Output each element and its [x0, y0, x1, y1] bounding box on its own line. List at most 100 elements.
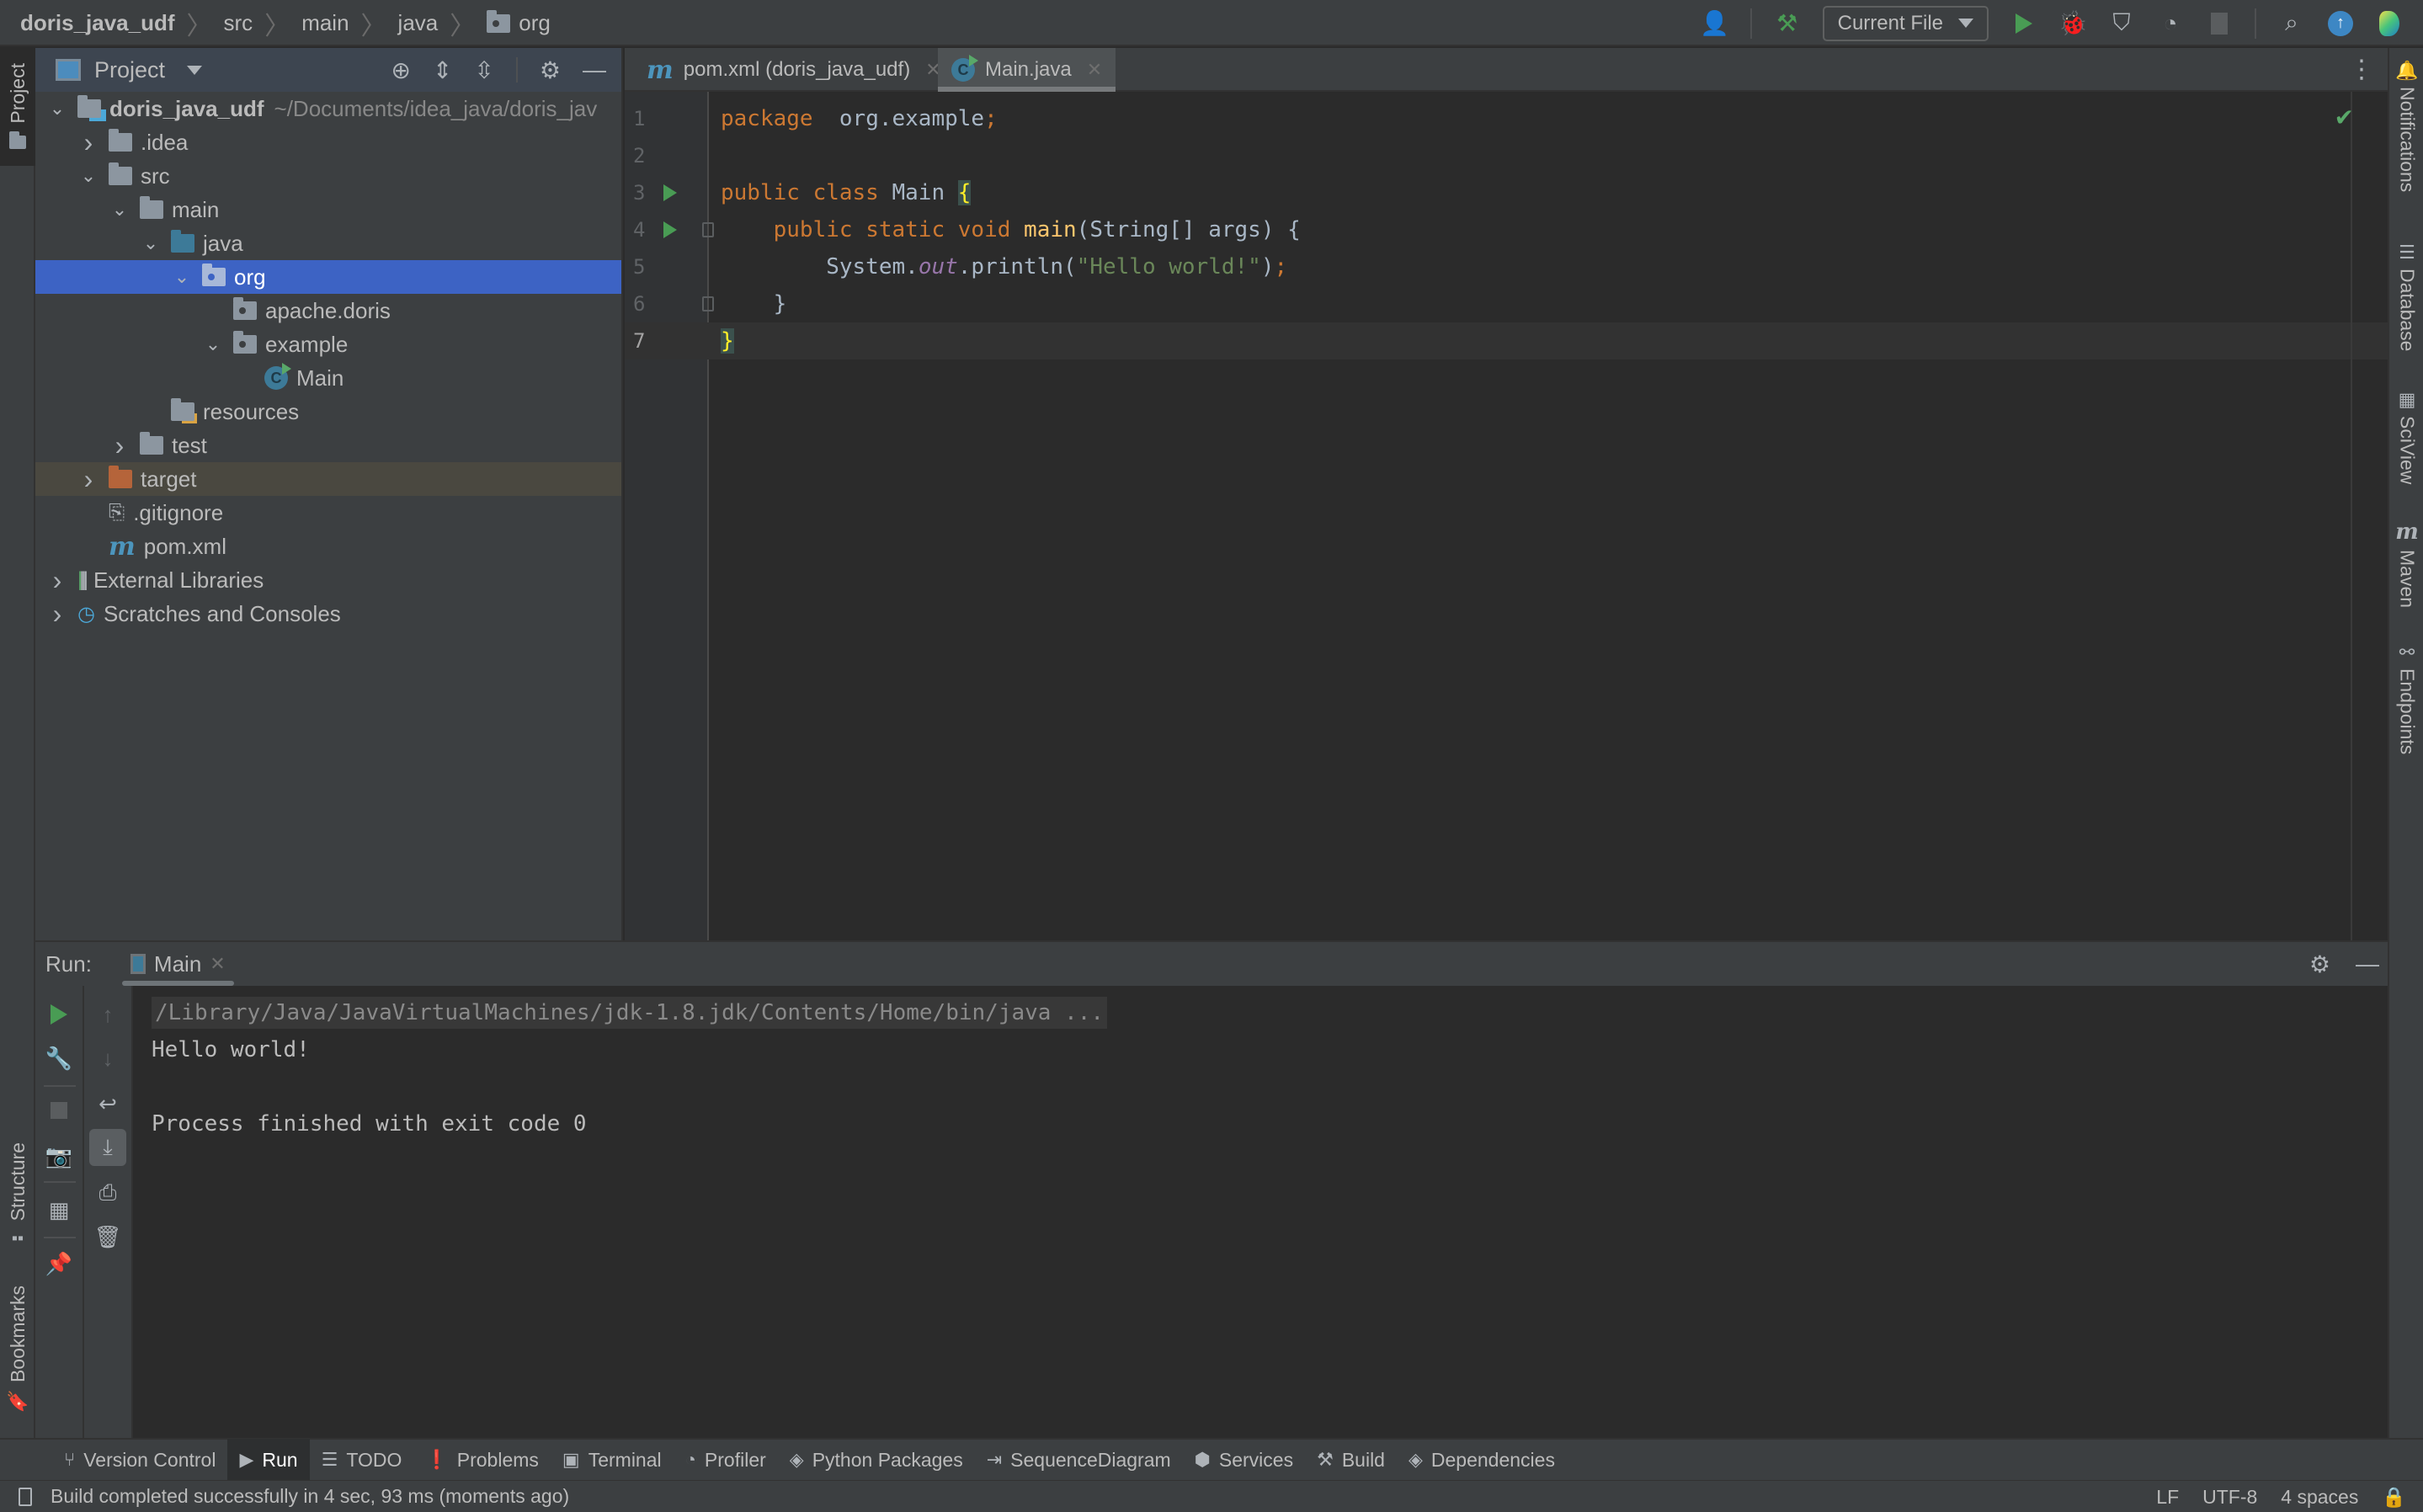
tree-item[interactable]: ⌄ example: [35, 327, 621, 361]
tree-item[interactable]: › test: [35, 429, 621, 462]
tree-item[interactable]: ⌄ doris_java_udf ~/Documents/idea_java/dor…: [35, 92, 621, 125]
code-line[interactable]: 6 }: [625, 285, 2388, 322]
breadcrumb-org[interactable]: org: [519, 10, 551, 36]
run-gutter-icon[interactable]: [663, 221, 677, 238]
tree-item[interactable]: ›⎘.gitignore: [35, 496, 621, 530]
tool-tab-database[interactable]: ☰ Database: [2389, 242, 2423, 351]
tree-item[interactable]: › ◷ Scratches and Consoles: [35, 597, 621, 631]
tool-tab-notifications[interactable]: 🔔 Notifications: [2389, 60, 2423, 192]
tool-window-button-dependencies[interactable]: ◈ Dependencies: [1397, 1439, 1567, 1481]
code-line[interactable]: 1 package org.example;: [625, 100, 2388, 137]
tool-tab-project[interactable]: Project: [0, 48, 35, 166]
soft-wrap-button[interactable]: ↩: [84, 1085, 131, 1122]
tree-item[interactable]: ⌄ main: [35, 193, 621, 226]
chevron-right-icon[interactable]: ›: [108, 430, 131, 461]
previous-occurrence-button[interactable]: ↑: [84, 996, 131, 1033]
chevron-right-icon[interactable]: ›: [77, 464, 100, 495]
scroll-to-end-button[interactable]: ⤓: [89, 1129, 126, 1166]
layout-button[interactable]: ▦: [35, 1191, 83, 1228]
update-icon[interactable]: ↑: [2327, 10, 2354, 37]
tree-item[interactable]: › .idea: [35, 125, 621, 159]
tree-item[interactable]: › |||| External Libraries: [35, 563, 621, 597]
stop-button[interactable]: [35, 1092, 83, 1129]
chevron-right-icon[interactable]: ›: [77, 127, 100, 158]
rerun-button[interactable]: [35, 996, 83, 1033]
chevron-down-icon[interactable]: [187, 65, 203, 75]
tool-tab-endpoints[interactable]: ⚯ Endpoints: [2389, 642, 2423, 754]
chevron-down-icon[interactable]: ⌄: [139, 232, 162, 254]
snapshot-button[interactable]: 📷: [35, 1137, 83, 1174]
tool-window-toggle-icon[interactable]: [19, 1488, 32, 1506]
breadcrumb-src[interactable]: src: [224, 10, 253, 36]
tree-item[interactable]: ⌄ src: [35, 159, 621, 193]
tree-item[interactable]: ›CMain: [35, 361, 621, 395]
tool-window-button-sequencediagram[interactable]: ⇥ SequenceDiagram: [975, 1439, 1183, 1481]
run-icon[interactable]: [2010, 10, 2037, 37]
fold-marker-icon[interactable]: [702, 296, 714, 311]
tab-main-java[interactable]: C Main.java ✕: [938, 48, 1116, 92]
breadcrumb-main[interactable]: main: [301, 10, 349, 36]
tree-item[interactable]: ›mpom.xml: [35, 530, 621, 563]
tool-tab-bookmarks[interactable]: Bookmarks 🔖: [0, 1286, 35, 1454]
encoding-widget[interactable]: UTF-8: [2202, 1486, 2257, 1509]
breadcrumb-java[interactable]: java: [398, 10, 439, 36]
gear-icon[interactable]: ⚙: [2309, 950, 2330, 978]
tree-item[interactable]: ⌄ org: [35, 260, 621, 294]
breadcrumb-project[interactable]: doris_java_udf: [20, 10, 175, 36]
chevron-down-icon[interactable]: ⌄: [45, 98, 69, 120]
tool-window-button-profiler[interactable]: ◔ Profiler: [674, 1439, 778, 1481]
tool-window-button-services[interactable]: ⬢ Services: [1183, 1439, 1305, 1481]
jetbrains-logo-icon[interactable]: [2376, 10, 2403, 37]
project-panel-title[interactable]: Project: [94, 57, 165, 83]
chevron-right-icon[interactable]: ›: [45, 599, 69, 630]
tool-tab-maven[interactable]: m Maven: [2389, 519, 2423, 608]
edit-configuration-button[interactable]: 🔧: [35, 1040, 83, 1077]
tool-window-button-python-packages[interactable]: ◈ Python Packages: [778, 1439, 975, 1481]
run-gutter-icon[interactable]: [663, 184, 677, 201]
next-occurrence-button[interactable]: ↓: [84, 1040, 131, 1077]
code-line[interactable]: 4 public static void main(String[] args)…: [625, 211, 2388, 248]
tool-window-button-version-control[interactable]: ⑂ Version Control: [52, 1439, 227, 1481]
print-button[interactable]: ⎙: [84, 1174, 131, 1211]
build-hammer-icon[interactable]: ⚒: [1774, 10, 1801, 37]
tool-window-button-todo[interactable]: ☰ TODO: [310, 1439, 414, 1481]
inspection-ok-check-icon[interactable]: ✔: [2335, 104, 2354, 131]
code-line[interactable]: 7}: [625, 322, 2388, 359]
line-ending-widget[interactable]: LF: [2156, 1486, 2179, 1509]
chevron-down-icon[interactable]: ⌄: [201, 333, 225, 355]
search-icon[interactable]: ⌕: [2278, 9, 2305, 37]
tree-item[interactable]: ›apache.doris: [35, 294, 621, 327]
code-line[interactable]: 2: [625, 137, 2388, 174]
debug-icon[interactable]: 🐞: [2058, 10, 2088, 37]
tab-pom-xml[interactable]: m pom.xml (doris_java_udf) ✕: [633, 48, 955, 92]
lock-icon[interactable]: 🔒: [2382, 1486, 2406, 1509]
tree-item[interactable]: ⌄ java: [35, 226, 621, 260]
tool-window-button-build[interactable]: ⚒ Build: [1305, 1439, 1397, 1481]
clear-all-button[interactable]: 🗑: [84, 1218, 131, 1255]
gear-icon[interactable]: ⚙: [540, 56, 561, 84]
console-output[interactable]: /Library/Java/JavaVirtualMachines/jdk-1.…: [152, 986, 2388, 1438]
coverage-icon[interactable]: ⛉: [2108, 9, 2135, 37]
profile-icon[interactable]: ◔: [2157, 10, 2184, 37]
indent-widget[interactable]: 4 spaces: [2281, 1486, 2358, 1509]
pin-tab-button[interactable]: 📌: [35, 1245, 83, 1282]
collapse-all-icon[interactable]: ⇳: [474, 56, 493, 84]
tool-tab-sciview[interactable]: ▦ SciView: [2389, 389, 2423, 484]
status-message[interactable]: Build completed successfully in 4 sec, 9…: [51, 1485, 569, 1508]
tool-window-button-problems[interactable]: ❗ Problems: [413, 1439, 551, 1481]
stop-icon[interactable]: [2206, 10, 2233, 37]
code-editor[interactable]: 1 package org.example; 2 3 public class Main…: [625, 92, 2388, 940]
run-tab-main[interactable]: Main ✕: [121, 942, 234, 986]
minimize-icon[interactable]: —: [2356, 950, 2379, 977]
run-configuration-dropdown[interactable]: Current File: [1822, 5, 1989, 41]
fold-marker-icon[interactable]: [702, 222, 714, 237]
chevron-down-icon[interactable]: ⌄: [170, 266, 194, 288]
locate-icon[interactable]: ⊕: [391, 56, 410, 84]
code-line[interactable]: 5 System.out.println("Hello world!");: [625, 248, 2388, 285]
chevron-down-icon[interactable]: ⌄: [108, 199, 131, 221]
chevron-down-icon[interactable]: ⌄: [77, 165, 100, 187]
close-icon[interactable]: ✕: [1087, 59, 1102, 81]
user-icon[interactable]: 👤: [1700, 10, 1729, 37]
expand-all-icon[interactable]: ⇕: [433, 56, 452, 84]
more-options-icon[interactable]: ⋮: [2349, 55, 2374, 84]
